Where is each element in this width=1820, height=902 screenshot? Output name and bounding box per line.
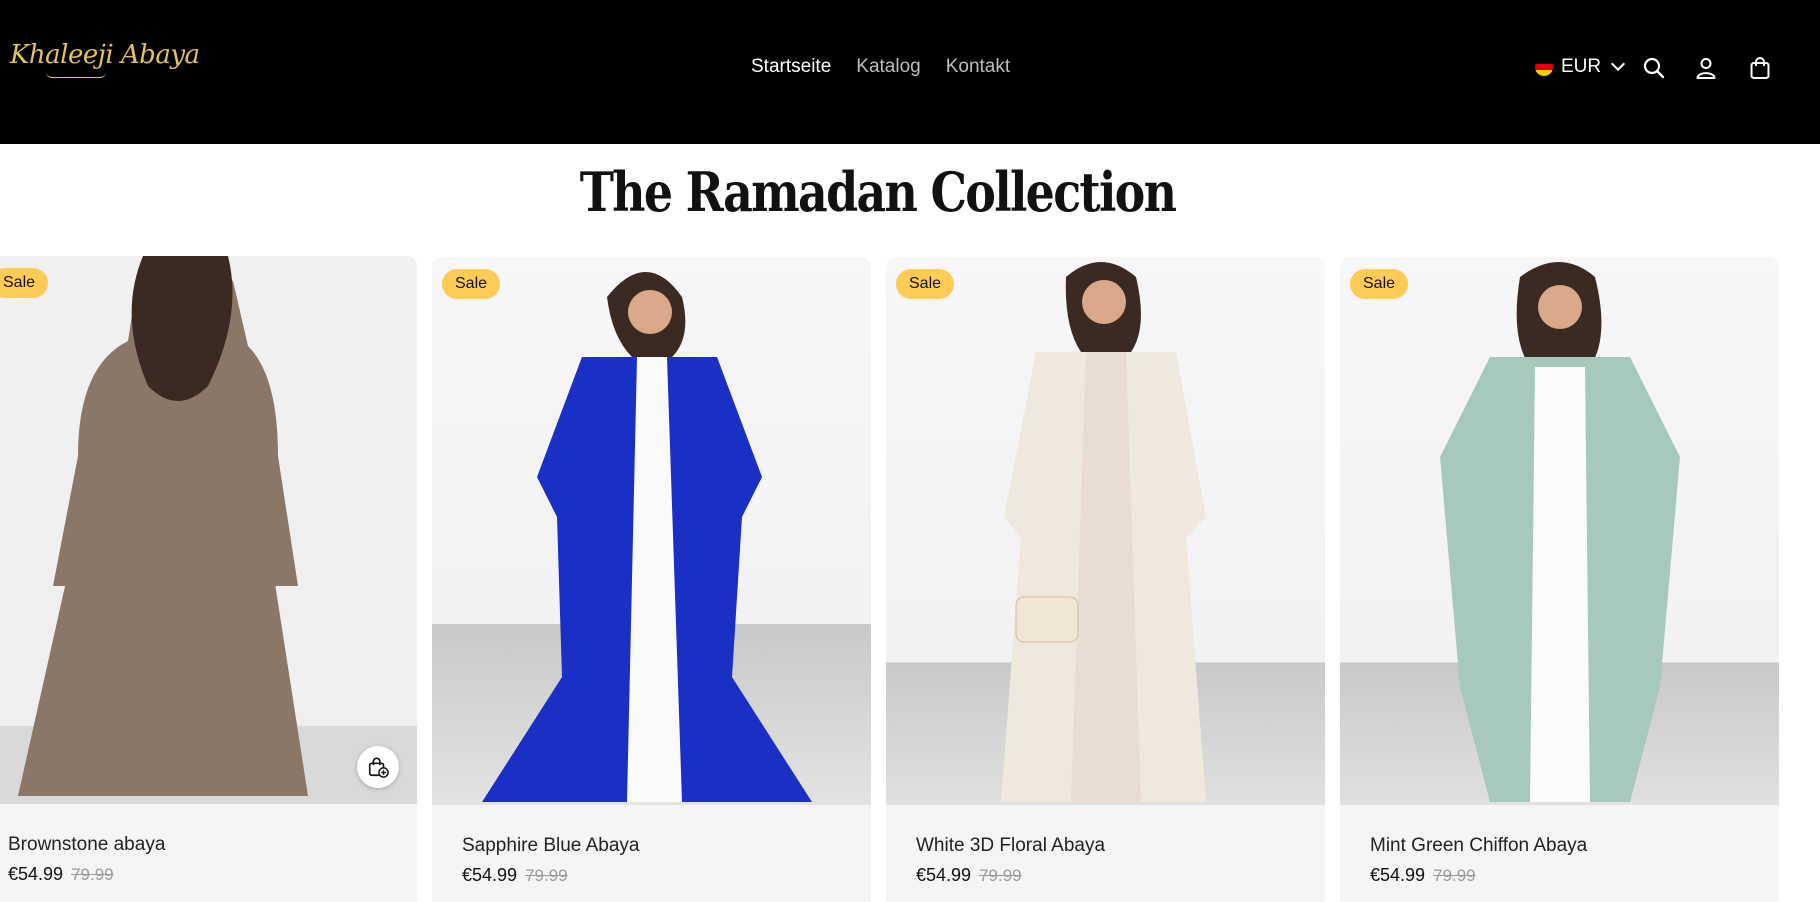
nav-link-startseite[interactable]: Startseite bbox=[751, 56, 831, 78]
sale-badge: Sale bbox=[0, 268, 49, 298]
product-compare-price: 79.99 bbox=[525, 866, 568, 885]
product-name[interactable]: Sapphire Blue Abaya bbox=[462, 835, 639, 857]
product-card[interactable]: Sale Brownstone abaya €54.99 79.99 bbox=[0, 256, 417, 902]
brand-logo[interactable]: Khaleeji Abaya bbox=[10, 40, 200, 78]
sale-badge: Sale bbox=[896, 269, 955, 299]
currency-selector[interactable]: EUR bbox=[1535, 56, 1626, 78]
search-icon[interactable] bbox=[1642, 56, 1666, 80]
product-price: €54.99 bbox=[462, 865, 518, 885]
product-photo-mint-green bbox=[1440, 262, 1680, 802]
product-compare-price: 79.99 bbox=[71, 865, 114, 884]
product-photo-white-floral bbox=[1001, 262, 1206, 802]
germany-flag-icon bbox=[1535, 58, 1553, 76]
site-header: Khaleeji Abaya Startseite Katalog Kontak… bbox=[0, 0, 1820, 144]
logo-text: Khaleeji Abaya bbox=[10, 40, 200, 70]
nav-link-kontakt[interactable]: Kontakt bbox=[946, 56, 1010, 78]
product-card[interactable]: Sale White 3D Floral Abaya €54.99 79.99 bbox=[886, 257, 1325, 902]
product-price: €54.99 bbox=[916, 865, 972, 885]
product-price-block: €54.99 79.99 bbox=[916, 865, 1022, 886]
product-price: €54.99 bbox=[8, 864, 64, 884]
product-compare-price: 79.99 bbox=[1433, 866, 1476, 885]
nav-link-katalog[interactable]: Katalog bbox=[856, 56, 920, 78]
product-name[interactable]: Brownstone abaya bbox=[8, 834, 165, 856]
product-photo-brownstone bbox=[0, 256, 417, 804]
bag-plus-icon bbox=[368, 757, 389, 778]
currency-label: EUR bbox=[1561, 56, 1602, 77]
main-nav: Startseite Katalog Kontakt bbox=[751, 56, 1010, 78]
product-image[interactable] bbox=[0, 256, 417, 804]
product-photo-sapphire bbox=[482, 272, 812, 802]
section-title: The Ramadan Collection bbox=[579, 160, 1177, 224]
sale-badge: Sale bbox=[442, 269, 501, 299]
product-compare-price: 79.99 bbox=[979, 866, 1022, 885]
product-image[interactable] bbox=[432, 257, 871, 805]
cart-icon[interactable] bbox=[1748, 56, 1772, 80]
sale-badge: Sale bbox=[1350, 269, 1409, 299]
chevron-down-icon bbox=[1611, 56, 1626, 72]
quick-add-button[interactable] bbox=[357, 746, 399, 788]
product-image[interactable] bbox=[886, 257, 1325, 805]
account-icon[interactable] bbox=[1694, 56, 1718, 80]
product-price-block: €54.99 79.99 bbox=[1370, 865, 1476, 886]
product-price-block: €54.99 79.99 bbox=[8, 864, 114, 885]
product-card[interactable]: Sale Sapphire Blue Abaya €54.99 79.99 bbox=[432, 257, 871, 902]
product-price-block: €54.99 79.99 bbox=[462, 865, 568, 886]
logo-flourish bbox=[46, 72, 106, 78]
product-price: €54.99 bbox=[1370, 865, 1426, 885]
product-name[interactable]: White 3D Floral Abaya bbox=[916, 835, 1105, 857]
product-name[interactable]: Mint Green Chiffon Abaya bbox=[1370, 835, 1587, 857]
product-card[interactable]: Sale Mint Green Chiffon Abaya €54.99 79.… bbox=[1340, 257, 1779, 902]
product-image[interactable] bbox=[1340, 257, 1779, 805]
